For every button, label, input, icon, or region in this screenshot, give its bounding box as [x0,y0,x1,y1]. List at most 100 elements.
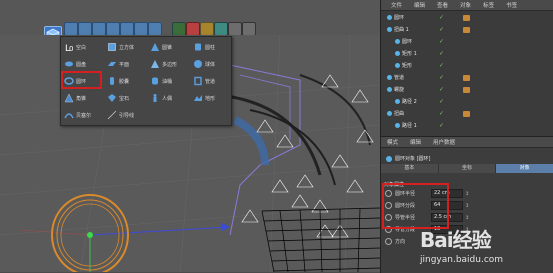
primitive-cone-item[interactable]: 圆锥 [150,40,192,54]
visibility-check-icon[interactable]: ✓ [439,98,444,105]
primitive-null-item[interactable]: L 0 空白 [64,40,106,54]
attribute-tab[interactable]: 坐标 [438,164,497,173]
spinner-arrows-icon[interactable]: ↕ [465,215,469,221]
visibility-check-icon[interactable]: ✓ [439,62,444,69]
object-manager-menu-item[interactable]: 查看 [437,1,448,9]
visibility-check-icon[interactable]: ✓ [439,14,444,21]
object-list-item[interactable]: 圆环 ✓ [381,13,553,22]
pyramid-icon [64,93,74,103]
primitive-cylinder-item[interactable]: 圆柱 [193,40,235,54]
object-name: 路径 2 [402,99,417,105]
watermark-main: Bai经验 [420,228,492,252]
object-list-item[interactable]: 矩形 1 ✓ [381,49,553,58]
primitive-capsule-item[interactable]: 胶囊 [107,74,149,88]
svg-text:0: 0 [69,45,73,52]
primitive-label: 多边形 [162,61,178,68]
primitive-label: 人偶 [162,95,173,102]
object-manager-panel: 文件 编辑 查看 对象 标签 书签 圆环 ✓ 扭曲 1 ✓ 圆环 ✓ 矩形 1 ✓ 矩形 ✓ 管道 ✓ 螺旋 ✓ 路径… [380,0,553,136]
attribute-manager-menubar: 模式 编辑 用户数据 [381,137,553,148]
object-type-icon [395,39,400,44]
toolbar-camera-button[interactable] [134,22,148,36]
object-list-item[interactable]: 管道 ✓ [381,73,553,82]
spinner-arrows-icon[interactable]: ↕ [465,203,469,209]
bezier-icon [64,110,74,120]
attribute-tab[interactable]: 基本 [381,164,439,173]
material-tag-icon[interactable] [463,110,470,117]
toolbar-array-button[interactable] [92,22,106,36]
toolbar-keyframe-button[interactable] [200,22,214,36]
material-tag-icon[interactable] [463,86,470,93]
sphere-icon [193,59,203,69]
object-list-item[interactable]: 路径 2 ✓ [381,97,553,106]
material-tag-icon[interactable] [463,74,470,81]
object-name: 螺旋 [394,87,405,93]
primitive-guide-item[interactable]: 引导线 [107,108,149,122]
object-list-item[interactable]: 路径 1 ✓ [381,121,553,130]
visibility-check-icon[interactable]: ✓ [439,86,444,93]
primitive-pyramid-item[interactable]: 角锥 [64,91,106,105]
visibility-check-icon[interactable]: ✓ [439,110,444,117]
cube-icon [107,42,117,52]
object-manager-menu-item[interactable]: 对象 [460,1,471,9]
primitive-gem-item[interactable]: 宝石 [107,91,149,105]
toolbar-light-button[interactable] [148,22,162,36]
visibility-check-icon[interactable]: ✓ [439,38,444,45]
primitive-polygon-item[interactable]: 多边形 [150,57,192,71]
visibility-check-icon[interactable]: ✓ [439,26,444,33]
torus-selection-highlight [61,71,102,89]
object-list-item[interactable]: 圆环 ✓ [381,37,553,46]
object-name: 矩形 1 [402,51,417,57]
animate-radio[interactable] [385,238,392,245]
landscape-icon [193,93,203,103]
toolbar-layout-button[interactable] [242,22,256,36]
attribute-title-text: 圆环对象 [圆环] [395,156,431,162]
object-type-icon [387,87,392,92]
primitive-label: 立方体 [119,44,135,51]
primitive-disc-item[interactable]: 圆盘 [64,57,106,71]
primitive-landscape-item[interactable]: 地形 [193,91,235,105]
spinner-arrows-icon[interactable]: ↕ [465,191,469,197]
object-manager-menu-item[interactable]: 书签 [506,1,517,9]
primitive-tube-item[interactable]: 管道 [193,74,235,88]
attribute-manager-menu-item[interactable]: 编辑 [410,138,421,146]
toolbar-spline-button[interactable] [64,22,78,36]
primitive-figure-item[interactable]: 人偶 [150,91,192,105]
cylinder-icon [193,42,203,52]
watermark-sub: jingyan.baidu.com [420,255,504,265]
object-type-icon [387,27,392,32]
oiltank-icon [150,76,160,86]
primitive-label: 地形 [205,95,216,102]
toolbar-deformer-button[interactable] [106,22,120,36]
visibility-check-icon[interactable]: ✓ [439,122,444,129]
primitive-label: 平面 [119,61,130,68]
primitive-bezier-item[interactable]: 贝塞尔 [64,108,106,122]
material-tag-icon[interactable] [463,14,470,21]
attribute-manager-menu-item[interactable]: 用户数据 [433,138,455,146]
primitive-label: 管道 [205,78,216,85]
object-manager-menu-item[interactable]: 编辑 [414,1,425,9]
object-manager-menu-item[interactable]: 文件 [391,1,402,9]
toolbar-snap-button[interactable] [214,22,228,36]
object-list-item[interactable]: 扭曲 ✓ [381,109,553,118]
object-manager-menu-item[interactable]: 标签 [483,1,494,9]
toolbar-view-button[interactable] [228,22,242,36]
toolbar-record-button[interactable] [186,22,200,36]
primitive-cube-item[interactable]: 立方体 [107,40,149,54]
toolbar-render-button[interactable] [172,22,186,36]
object-list-item[interactable]: 矩形 ✓ [381,61,553,70]
primitive-label: 宝石 [119,95,130,102]
object-list-item[interactable]: 扭曲 1 ✓ [381,25,553,34]
attribute-tab[interactable]: 对象 [496,164,553,173]
toolbar-nurbs-button[interactable] [78,22,92,36]
primitive-sphere-item[interactable]: 球体 [193,57,235,71]
primitive-oiltank-item[interactable]: 油桶 [150,74,192,88]
toolbar-scene-button[interactable] [120,22,134,36]
visibility-check-icon[interactable]: ✓ [439,74,444,81]
object-name: 管道 [394,75,405,81]
tube-icon [193,76,203,86]
visibility-check-icon[interactable]: ✓ [439,50,444,57]
object-list-item[interactable]: 螺旋 ✓ [381,85,553,94]
material-tag-icon[interactable] [463,26,470,33]
primitive-plane-item[interactable]: 平面 [107,57,149,71]
attribute-manager-menu-item[interactable]: 模式 [387,138,398,146]
